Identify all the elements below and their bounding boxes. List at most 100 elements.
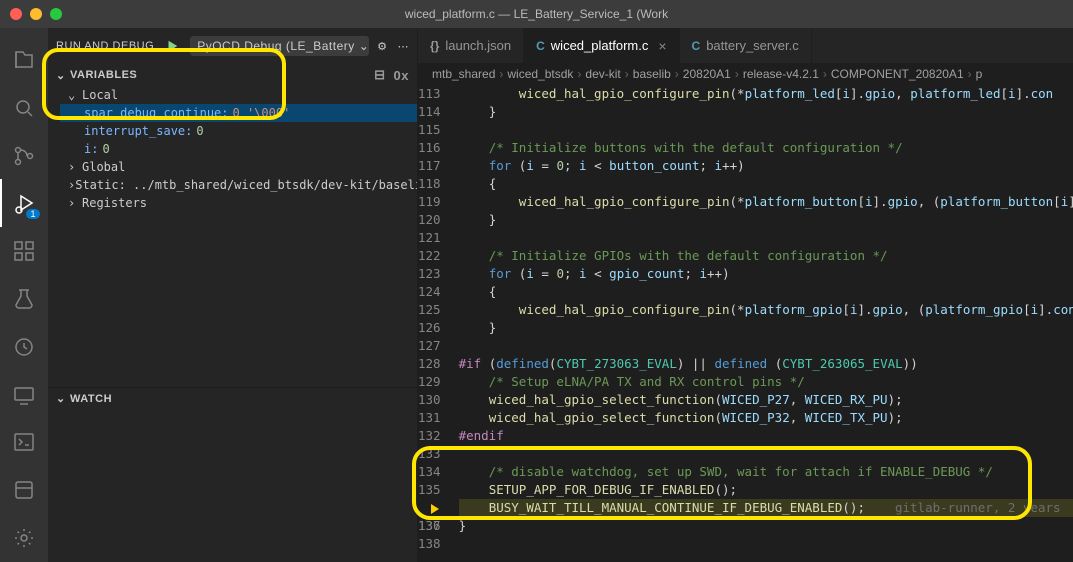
line-number[interactable]: 128 xyxy=(418,355,441,373)
tool-icon[interactable] xyxy=(0,466,48,514)
line-number[interactable]: 116 xyxy=(418,139,441,157)
scope-static[interactable]: › Static: ../mtb_shared/wiced_btsdk/dev-… xyxy=(60,176,417,194)
minimize-window-icon[interactable] xyxy=(30,8,42,20)
code-line[interactable] xyxy=(459,229,1073,247)
extensions-icon[interactable] xyxy=(0,227,48,275)
line-number[interactable]: 120 xyxy=(418,211,441,229)
maximize-window-icon[interactable] xyxy=(50,8,62,20)
quick-fix-icon[interactable] xyxy=(0,514,48,562)
code-line[interactable]: wiced_hal_gpio_select_function(WICED_P27… xyxy=(459,391,1073,409)
code-line[interactable] xyxy=(459,445,1073,463)
code-line[interactable]: } xyxy=(459,211,1073,229)
line-number[interactable]: 124 xyxy=(418,283,441,301)
code-line[interactable]: BUSY_WAIT_TILL_MANUAL_CONTINUE_IF_DEBUG_… xyxy=(459,499,1073,517)
code-line[interactable]: { xyxy=(459,283,1073,301)
scope-global[interactable]: › Global xyxy=(60,158,417,176)
line-gutter[interactable]: 1131141151161171181191201211221231241251… xyxy=(418,85,459,562)
code-line[interactable]: } xyxy=(459,319,1073,337)
debug-header: RUN AND DEBUG PyOCD Debug (LE_Battery ⌄ … xyxy=(48,28,417,64)
source-control-icon[interactable] xyxy=(0,132,48,180)
line-number[interactable]: 125 xyxy=(418,301,441,319)
code-line[interactable]: for (i = 0; i < button_count; i++) xyxy=(459,157,1073,175)
cortex-debug-icon[interactable] xyxy=(0,323,48,371)
close-window-icon[interactable] xyxy=(10,8,22,20)
code-line[interactable]: SETUP_APP_FOR_DEBUG_IF_ENABLED(); xyxy=(459,481,1073,499)
variable-value: 0 xyxy=(102,142,109,156)
line-number[interactable]: 134 xyxy=(418,463,441,481)
line-number[interactable]: 115 xyxy=(418,121,441,139)
code-line[interactable]: /* Initialize GPIOs with the default con… xyxy=(459,247,1073,265)
line-number[interactable]: 130 xyxy=(418,391,441,409)
line-number[interactable]: 138 xyxy=(418,535,441,553)
line-number[interactable]: 133 xyxy=(418,445,441,463)
line-number[interactable]: 127 xyxy=(418,337,441,355)
line-number[interactable]: 136 xyxy=(418,499,441,517)
line-number[interactable]: 123 xyxy=(418,265,441,283)
code-line[interactable] xyxy=(459,535,1073,553)
line-number[interactable]: 119 xyxy=(418,193,441,211)
breadcrumb-segment[interactable]: wiced_btsdk xyxy=(507,67,573,81)
search-icon[interactable] xyxy=(0,84,48,132)
collapse-all-icon[interactable]: ⊟ xyxy=(374,67,385,83)
debug-config-dropdown[interactable]: PyOCD Debug (LE_Battery ⌄ xyxy=(190,36,369,56)
line-number[interactable]: 137 xyxy=(418,517,441,535)
code-line[interactable]: for (i = 0; i < gpio_count; i++) xyxy=(459,265,1073,283)
code-line[interactable]: wiced_hal_gpio_select_function(WICED_P32… xyxy=(459,409,1073,427)
tab-battery-server[interactable]: C battery_server.c xyxy=(680,28,812,63)
line-number[interactable]: 118 xyxy=(418,175,441,193)
line-number[interactable]: 122 xyxy=(418,247,441,265)
tab-launch-json[interactable]: {} launch.json xyxy=(418,28,524,63)
run-debug-icon[interactable]: 1 xyxy=(0,179,48,227)
window-controls[interactable] xyxy=(10,8,62,20)
code-line[interactable]: wiced_hal_gpio_configure_pin(*platform_l… xyxy=(459,85,1073,103)
code-line[interactable]: { xyxy=(459,175,1073,193)
line-number[interactable]: 131 xyxy=(418,409,441,427)
code-line[interactable]: } xyxy=(459,517,1073,535)
variable-row[interactable]: spar_debug_continue: 0 '\000' xyxy=(60,104,417,122)
ellipsis-icon[interactable]: ⋯ xyxy=(398,40,410,53)
testing-icon[interactable] xyxy=(0,275,48,323)
terminal-icon[interactable] xyxy=(0,419,48,467)
line-number[interactable]: 129 xyxy=(418,373,441,391)
code-line[interactable]: /* Setup eLNA/PA TX and RX control pins … xyxy=(459,373,1073,391)
scope-local[interactable]: ⌄ Local xyxy=(60,86,417,104)
breadcrumb-segment[interactable]: p xyxy=(976,67,983,81)
close-tab-icon[interactable]: × xyxy=(658,38,666,54)
variable-row[interactable]: i: 0 xyxy=(60,140,417,158)
remote-icon[interactable] xyxy=(0,371,48,419)
breadcrumb-segment[interactable]: mtb_shared xyxy=(432,67,495,81)
start-debug-button[interactable] xyxy=(162,36,182,56)
line-number[interactable]: 132 xyxy=(418,427,441,445)
watch-section-header[interactable]: ⌄ WATCH xyxy=(48,388,417,410)
line-number[interactable]: 121 xyxy=(418,229,441,247)
breadcrumb-segment[interactable]: release-v4.2.1 xyxy=(743,67,819,81)
code-editor[interactable]: 1131141151161171181191201211221231241251… xyxy=(418,85,1073,562)
code-line[interactable]: /* disable watchdog, set up SWD, wait fo… xyxy=(459,463,1073,481)
scope-registers[interactable]: › Registers xyxy=(60,194,417,212)
tab-wiced-platform[interactable]: C wiced_platform.c × xyxy=(524,28,679,63)
code-line[interactable]: wiced_hal_gpio_configure_pin(*platform_g… xyxy=(459,301,1073,319)
variables-section-header[interactable]: ⌄ VARIABLES ⊟ 0x xyxy=(48,64,417,86)
line-number[interactable]: 126 xyxy=(418,319,441,337)
breadcrumb-segment[interactable]: dev-kit xyxy=(585,67,620,81)
breadcrumb-segment[interactable]: baselib xyxy=(633,67,671,81)
explorer-icon[interactable] xyxy=(0,36,48,84)
line-number[interactable]: 114 xyxy=(418,103,441,121)
code-line[interactable]: #endif xyxy=(459,427,1073,445)
code-line[interactable] xyxy=(459,337,1073,355)
breadcrumb-segment[interactable]: 20820A1 xyxy=(683,67,731,81)
breadcrumb-segment[interactable]: COMPONENT_20820A1 xyxy=(831,67,964,81)
code-line[interactable]: /* Initialize buttons with the default c… xyxy=(459,139,1073,157)
line-number[interactable]: 117 xyxy=(418,157,441,175)
code-line[interactable]: } xyxy=(459,103,1073,121)
code-line[interactable]: wiced_hal_gpio_configure_pin(*platform_b… xyxy=(459,193,1073,211)
code-line[interactable]: #if (defined(CYBT_273063_EVAL) || define… xyxy=(459,355,1073,373)
gear-icon[interactable]: ⚙ xyxy=(377,40,387,53)
breadcrumbs[interactable]: mtb_shared›wiced_btsdk›dev-kit›baselib›2… xyxy=(418,63,1073,85)
line-number[interactable]: 135 xyxy=(418,481,441,499)
code-content[interactable]: wiced_hal_gpio_configure_pin(*platform_l… xyxy=(459,85,1073,562)
line-number[interactable]: 113 xyxy=(418,85,441,103)
hex-toggle[interactable]: 0x xyxy=(394,68,409,83)
variable-row[interactable]: interrupt_save: 0 xyxy=(60,122,417,140)
code-line[interactable] xyxy=(459,121,1073,139)
